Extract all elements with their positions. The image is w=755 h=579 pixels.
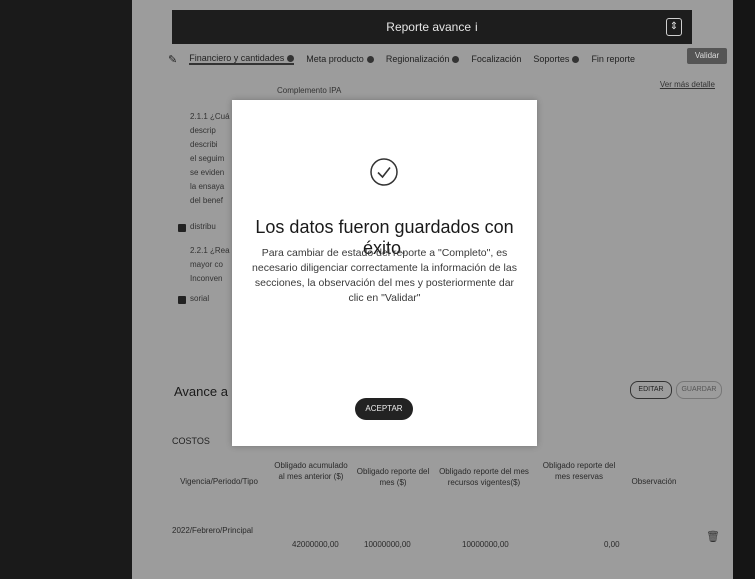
status-dot-icon (366, 55, 374, 63)
section-b-line: sorial (190, 294, 210, 303)
table-cell: 10000000,00 (462, 540, 509, 549)
avance-title: Avance a (174, 384, 228, 399)
section-a-line: del benef (190, 196, 223, 205)
table-header: Obligado acumulado al mes anterior ($) (274, 461, 348, 481)
modal-body: Para cambiar de estado del reporte a "Co… (252, 247, 517, 304)
table-header: Obligado reporte del mes reservas (542, 461, 616, 481)
table-header: Obligado reporte del mes recursos vigent… (439, 467, 529, 487)
section-a-line: distribu (190, 222, 216, 231)
section-subtitle: Complemento IPA (277, 86, 342, 95)
status-dot-icon (287, 54, 295, 62)
table-cell: 2022/Febrero/Principal (172, 526, 253, 535)
tab-soportes[interactable]: Soportes (533, 54, 580, 64)
report-header: Reporte avance i ⇕ (172, 10, 692, 44)
accept-button[interactable]: ACEPTAR (355, 398, 413, 420)
status-dot-icon (572, 55, 580, 63)
section-a-line: 2.1.1 ¿Cuá (190, 112, 230, 121)
left-dark-border (0, 0, 132, 579)
section-b-line: 2.2.1 ¿Rea (190, 246, 230, 255)
success-modal: Los datos fueron guardados con éxito. Pa… (232, 100, 537, 446)
tab-fin-reporte[interactable]: Fin reporte (591, 54, 635, 64)
detail-link[interactable]: Ver más detalle (660, 80, 715, 89)
bullet-icon (178, 224, 186, 232)
validar-button[interactable]: Validar (687, 48, 727, 64)
section-a-line: se eviden (190, 168, 225, 177)
section-a-line: la ensaya (190, 182, 225, 191)
check-circle-icon (370, 158, 398, 186)
tab-financiero[interactable]: Financiero y cantidades (189, 53, 295, 65)
table-cell: 42000000,00 (292, 540, 339, 549)
tab-bar: ✎ Financiero y cantidades Meta producto … (168, 48, 728, 70)
editar-button[interactable]: EDITAR (630, 381, 672, 399)
trash-icon[interactable]: 🗑 (706, 530, 720, 543)
section-a-line: describi (190, 140, 218, 149)
table-cell: 10000000,00 (364, 540, 411, 549)
screen: Reporte avance i ⇕ ✎ Financiero y cantid… (132, 0, 733, 579)
section-b-line: Inconven (190, 274, 223, 283)
table-cell: 0,00 (604, 540, 620, 549)
status-dot-icon (452, 55, 460, 63)
edit-pencil-icon[interactable]: ✎ (168, 53, 177, 66)
table-header: Obligado reporte del mes ($) (356, 467, 430, 487)
bullet-icon (178, 296, 186, 304)
table-header: Observación (631, 477, 677, 486)
tab-meta-producto[interactable]: Meta producto (306, 54, 374, 64)
report-title: Reporte avance (386, 20, 472, 34)
section-b-line: mayor co (190, 260, 223, 269)
section-a-line: el seguim (190, 154, 225, 163)
costos-title: COSTOS (172, 436, 210, 446)
chevron-updown-icon[interactable]: ⇕ (666, 18, 682, 36)
tab-regionalizacion[interactable]: Regionalización (386, 54, 460, 64)
info-icon: i (475, 20, 478, 34)
tab-focalizacion[interactable]: Focalización (471, 54, 521, 64)
guardar-button[interactable]: GUARDAR (676, 381, 722, 399)
section-a-line: descrip (190, 126, 216, 135)
right-dark-border (733, 0, 755, 579)
table-header: Vigencia/Periodo/Tipo (180, 477, 258, 486)
